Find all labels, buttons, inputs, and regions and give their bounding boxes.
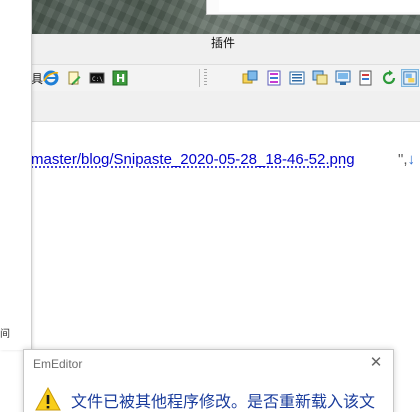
dialog-message: 文件已被其他程序修改。是否重新载入该文 <box>71 392 376 411</box>
plugin-icon-3[interactable] <box>288 69 306 87</box>
plugin-icon-1[interactable] <box>241 69 259 87</box>
newline-marker: ↓ <box>407 151 416 168</box>
plugin-icon-5[interactable] <box>334 69 352 87</box>
tab-strip <box>0 91 420 122</box>
left-side-window: 间 <box>0 0 32 350</box>
warning-icon <box>35 387 61 411</box>
plugin-icon-4[interactable] <box>311 69 329 87</box>
toolbar-separator <box>199 69 200 87</box>
svg-text:C:\: C:\ <box>92 76 103 83</box>
plugin-icon-7[interactable] <box>380 69 398 87</box>
toolbar: 具 C:\ H <box>0 64 420 92</box>
plugin-icon-8[interactable] <box>401 69 419 87</box>
toolbar-grip[interactable] <box>204 69 207 87</box>
line-end: ",↓ <box>398 151 415 168</box>
editor-top-bar <box>0 34 420 64</box>
plugin-icon-2[interactable] <box>265 69 283 87</box>
svg-text:H: H <box>116 72 125 85</box>
ie-browser-icon[interactable] <box>42 69 60 87</box>
emeditor-dialog: EmEditor ✕ 文件已被其他程序修改。是否重新载入该文 <box>23 349 394 412</box>
screen: 具 C:\ H master/blog/Snipaste_2020-05-28_… <box>0 0 420 412</box>
left-panel-text: 间 <box>0 329 10 340</box>
command-prompt-icon[interactable]: C:\ <box>88 69 106 87</box>
background-window-content <box>219 0 420 12</box>
line-suffix-text: ", <box>398 151 408 168</box>
background-window-edge <box>206 0 420 15</box>
plugin-icon-6[interactable] <box>357 69 375 87</box>
path-link-text[interactable]: master/blog/Snipaste_2020-05-28_18-46-52… <box>31 151 355 168</box>
plugins-label: 插件 <box>211 36 236 50</box>
html-icon[interactable]: H <box>111 69 129 87</box>
close-icon[interactable]: ✕ <box>369 355 383 370</box>
dialog-title: EmEditor <box>33 357 83 371</box>
edit-document-icon[interactable] <box>65 69 83 87</box>
